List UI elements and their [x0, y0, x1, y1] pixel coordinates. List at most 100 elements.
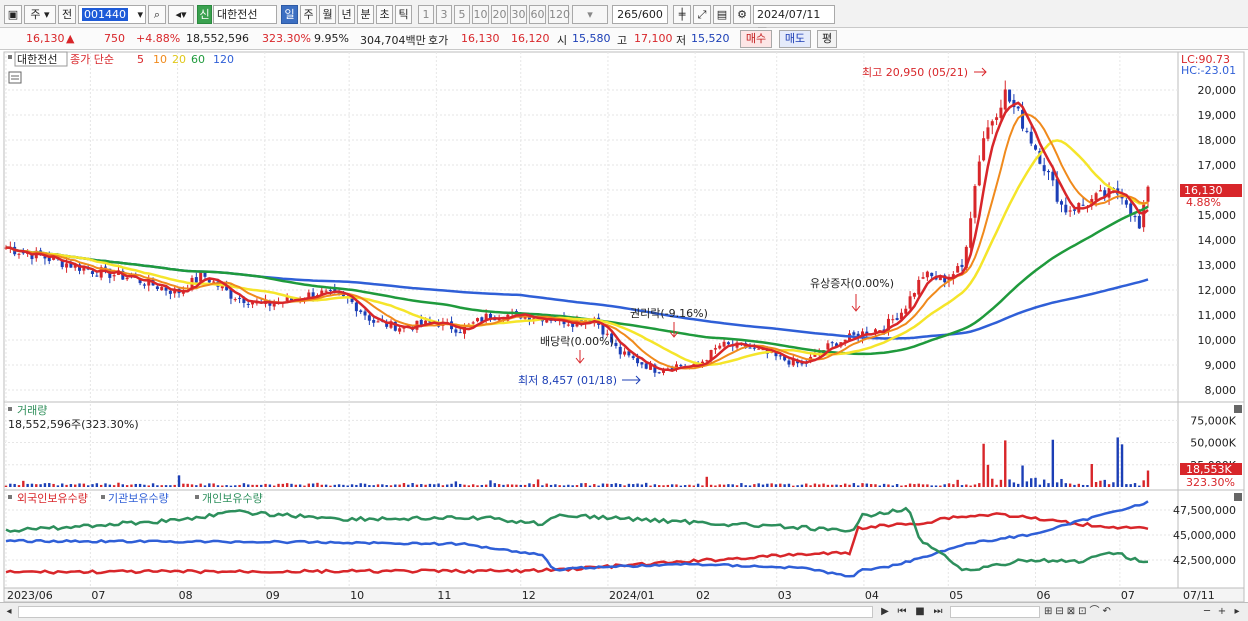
candle-body — [969, 218, 973, 248]
interval-tab-6[interactable]: 60 — [529, 5, 546, 24]
candle-body — [778, 355, 782, 357]
chart-area: 20,00019,00018,00017,00016,00015,00014,0… — [3, 51, 1245, 602]
candle-body — [476, 318, 480, 322]
volume-bar — [818, 484, 821, 487]
interval-tab-2[interactable]: 5 — [454, 5, 470, 24]
holdings-tick: 45,000,000 — [1173, 529, 1236, 542]
candle-body — [238, 297, 242, 299]
volume-bar — [1042, 479, 1046, 487]
volume-bar — [1090, 464, 1093, 487]
candle-body — [657, 372, 661, 374]
gear-icon[interactable]: ⚙ — [733, 5, 751, 24]
volume-bar — [675, 484, 678, 487]
interval-tab-3[interactable]: 10 — [472, 5, 489, 24]
play-icon[interactable]: ▶ — [878, 605, 892, 619]
scroll-right-icon[interactable]: ▸ — [1230, 605, 1244, 619]
volume-bar — [121, 484, 124, 487]
stock-name-field[interactable]: 대한전선 — [213, 5, 277, 24]
volume-bar — [679, 485, 683, 487]
candle-body — [631, 356, 635, 359]
stop-icon[interactable]: ■ — [912, 605, 928, 619]
prev-button[interactable]: 전 — [58, 5, 76, 24]
period-tab-6[interactable]: 틱 — [395, 5, 412, 24]
volume-close-icon[interactable] — [1234, 405, 1242, 413]
buy-button[interactable]: 매수 — [740, 30, 772, 48]
volume-bar — [1103, 479, 1106, 487]
volume-percent: 323.30% — [262, 32, 311, 45]
volume-bar — [991, 478, 994, 487]
volume-bar — [666, 484, 670, 487]
volume-bar — [891, 485, 894, 487]
candle-icon[interactable]: ╪ — [673, 5, 691, 24]
period-tab-1[interactable]: 주 — [300, 5, 317, 24]
candle-body — [726, 342, 730, 345]
volume-bar — [337, 484, 341, 487]
chart-type-icon[interactable]: ▣ — [4, 5, 22, 24]
volume-bar — [138, 483, 142, 487]
search-icon[interactable]: ⌕ — [148, 5, 166, 24]
scroll-track[interactable] — [18, 606, 873, 618]
crosshair-icon[interactable]: ⤢ — [693, 5, 711, 24]
volume-bar — [1146, 470, 1150, 487]
period-tab-0[interactable]: 일 — [281, 5, 298, 24]
sell-button[interactable]: 매도 — [779, 30, 811, 48]
type-select[interactable]: 주 ▾ — [24, 5, 56, 24]
interval-tab-0[interactable]: 1 — [418, 5, 434, 24]
stock-code-input[interactable]: 001440 ▾ — [78, 5, 146, 24]
volume-bar — [900, 485, 903, 487]
stock-code-value: 001440 — [82, 8, 128, 21]
interval-dropdown[interactable]: ▾ — [572, 5, 608, 24]
first-icon[interactable]: ⏮ — [894, 605, 910, 619]
period-tab-4[interactable]: 분 — [357, 5, 374, 24]
save-icon[interactable]: ▤ — [713, 5, 731, 24]
period-tab-3[interactable]: 년 — [338, 5, 355, 24]
volume-bar — [792, 485, 795, 487]
volume-bar — [65, 484, 68, 487]
new-badge: 신 — [197, 5, 212, 24]
volume-bar — [779, 483, 782, 487]
candle-body — [160, 287, 164, 291]
interval-tab-5[interactable]: 30 — [510, 5, 527, 24]
holdings-tick: 47,500,000 — [1173, 504, 1236, 517]
eval-button[interactable]: 평 — [817, 30, 837, 48]
calculator-icon[interactable] — [8, 71, 22, 84]
volume-bar — [506, 484, 509, 487]
zoom-in-icon[interactable]: + — [1215, 605, 1229, 619]
horizontal-scrollbar[interactable]: ◂ ▶ ⏮ ■ ⏭ ⊞⊟⊠⊡⌒↶ ─ + ▸ — [0, 602, 1248, 621]
candle-body — [1008, 89, 1012, 102]
volume-bar — [346, 485, 349, 487]
date-field[interactable]: 2024/07/11 ▦ — [753, 5, 835, 38]
scroll-left-icon[interactable]: ◂ — [2, 605, 16, 619]
count-field[interactable]: 265/600 — [612, 5, 668, 24]
candle-body — [921, 277, 925, 279]
volume-bar — [437, 483, 440, 487]
candle-body — [91, 271, 95, 275]
period-tab-2[interactable]: 월 — [319, 5, 336, 24]
volume-bar — [913, 484, 916, 487]
holdings-marker-icon — [101, 495, 105, 499]
candle-body — [246, 303, 250, 305]
last-icon[interactable]: ⏭ — [930, 605, 946, 619]
candle-body — [1029, 131, 1033, 144]
interval-tab-1[interactable]: 3 — [436, 5, 452, 24]
holdings-close-icon[interactable] — [1234, 493, 1242, 501]
volume-bar — [242, 483, 246, 487]
holdings-institution-label: 기관보유수량 — [108, 492, 169, 505]
interval-tab-4[interactable]: 20 — [491, 5, 508, 24]
price-tick: 13,000 — [1198, 259, 1237, 272]
zoom-track[interactable] — [950, 606, 1040, 618]
x-tick: 2023/06 — [7, 589, 53, 602]
speaker-icon[interactable]: ◂▾ — [168, 5, 194, 24]
up-arrow-icon: ▲ — [66, 32, 75, 45]
candle-body — [1021, 109, 1025, 129]
volume-bar — [130, 484, 133, 487]
interval-tab-7[interactable]: 120 — [548, 5, 570, 24]
zoom-out-icon[interactable]: ─ — [1200, 605, 1214, 619]
volume-bar — [947, 483, 951, 487]
candle-body — [1068, 210, 1072, 212]
volume-bar — [229, 485, 233, 487]
high-annotation: 최고 20,950 (05/21) — [862, 66, 968, 79]
period-tab-5[interactable]: 초 — [376, 5, 393, 24]
volume-bar — [532, 484, 535, 487]
volume-bar — [822, 483, 825, 487]
